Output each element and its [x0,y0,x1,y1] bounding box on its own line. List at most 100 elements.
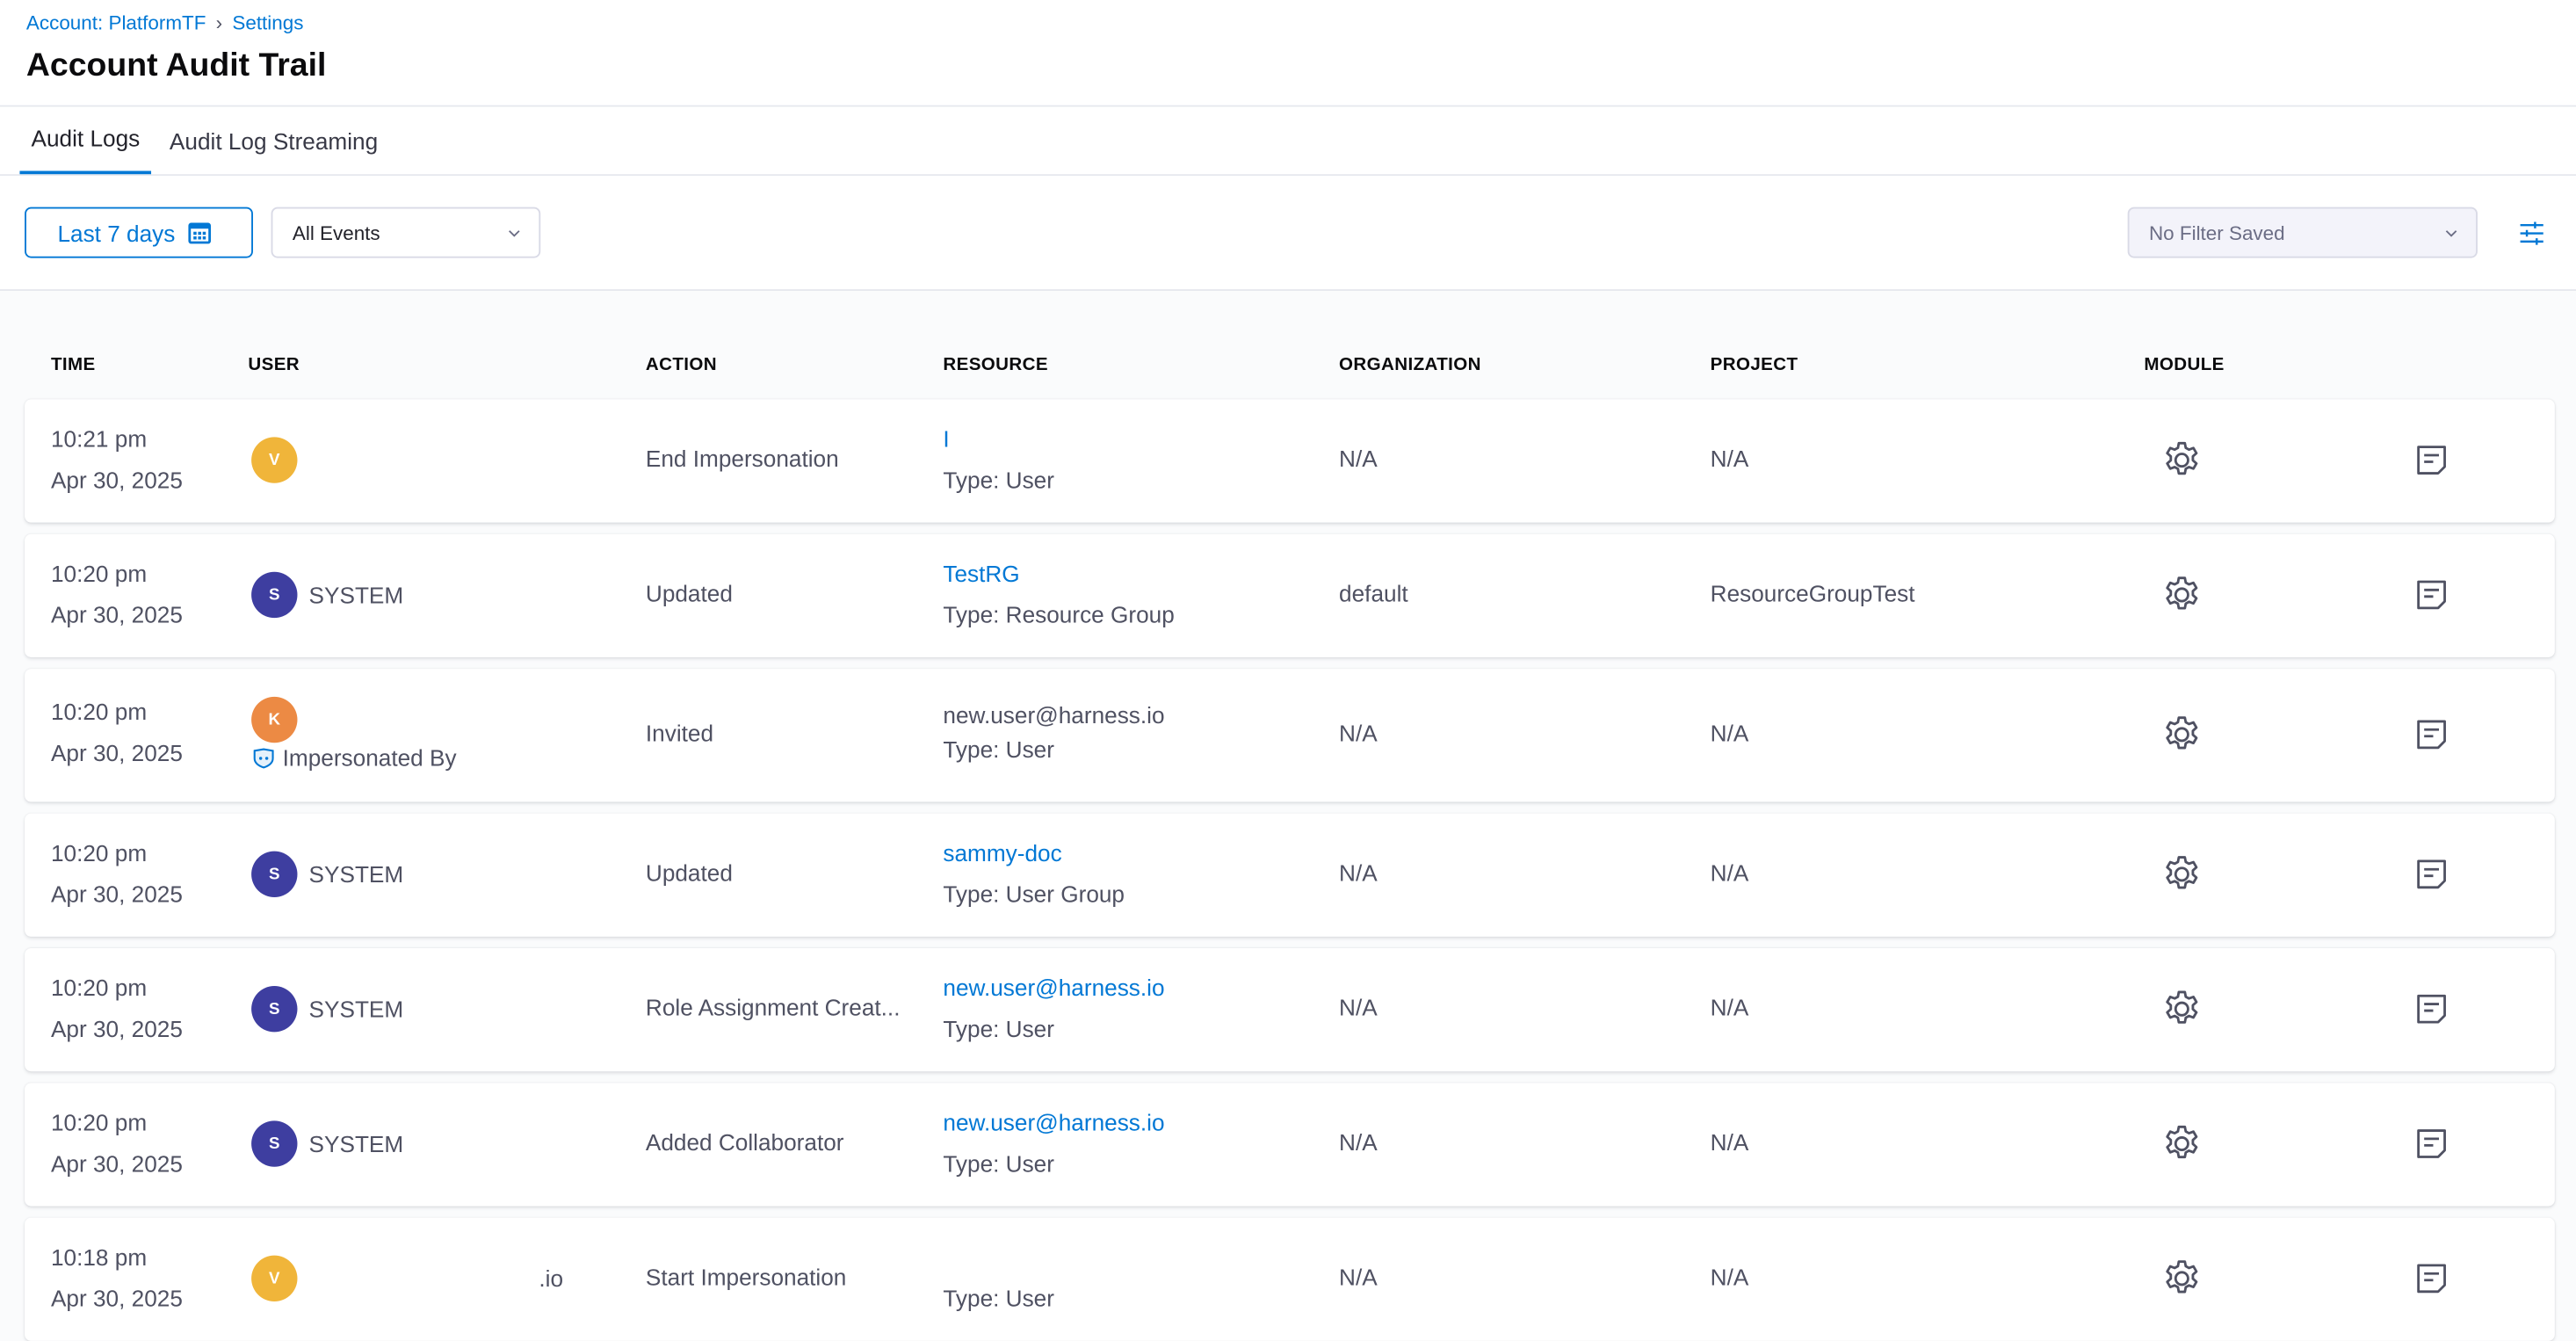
row-user: S SYSTEM [251,1120,404,1167]
row-project: N/A [1710,859,1749,886]
user-name: SYSTEM [308,860,404,888]
col-time: TIME [50,354,96,375]
row-date: Apr 30, 2025 [50,1150,183,1177]
row-action: Updated [645,859,733,886]
avatar: S [251,571,298,619]
row-time: 10:20 pm [50,1109,148,1136]
chevron-down-icon [2445,229,2457,236]
row-project: ResourceGroupTest [1710,580,1915,607]
row-organization: N/A [1339,445,1378,472]
table-row[interactable]: 10:20 pm Apr 30, 2025 S SYSTEM Role Assi… [25,947,2555,1072]
avatar: S [251,986,298,1033]
row-user: V .io [251,1255,564,1302]
events-select-value: All Events [292,221,380,244]
breadcrumb-chevron-icon: › [215,11,223,35]
resource-type: Type: User Group [943,881,1125,908]
tab-audit-log-streaming[interactable]: Audit Log Streaming [158,128,389,174]
page-title: Account Audit Trail [25,47,327,84]
filter-sliders-icon[interactable] [2515,217,2548,250]
resource-link[interactable]: TestRG [943,554,1174,595]
notes-icon[interactable] [2413,442,2449,478]
gear-icon [2166,441,2198,475]
avatar: S [251,1120,298,1167]
resource-type: Type: User [943,1150,1054,1177]
col-action: ACTION [645,354,718,375]
resource-link[interactable]: sammy-doc [943,833,1125,874]
row-date: Apr 30, 2025 [50,1285,183,1312]
tab-bar: Audit Logs Audit Log Streaming [0,106,2576,177]
chevron-down-icon [509,229,520,236]
row-user: S SYSTEM [251,986,404,1033]
row-action: End Impersonation [645,445,839,472]
notes-icon[interactable] [2413,1126,2449,1162]
col-resource: RESOURCE [943,354,1048,375]
impersonated-label: Impersonated By [282,744,457,772]
notes-icon[interactable] [2413,991,2449,1027]
col-user: USER [248,354,300,375]
notes-icon[interactable] [2413,856,2449,892]
saved-filter-select[interactable]: No Filter Saved [2127,207,2478,258]
resource-type: Type: User [943,467,1054,493]
filter-toolbar: Last 7 days All Events No Filter Saved [0,176,2576,291]
table-row[interactable]: 10:21 pm Apr 30, 2025 V End Impersonatio… [25,399,2555,523]
row-organization: N/A [1339,720,1378,746]
table-row[interactable]: 10:18 pm Apr 30, 2025 V .io Start Impers… [25,1217,2555,1341]
row-time: 10:20 pm [50,974,148,1001]
notes-icon[interactable] [2413,576,2449,613]
events-select[interactable]: All Events [271,207,541,258]
resource-type: Type: User [943,736,1054,763]
table-row[interactable]: 10:20 pm Apr 30, 2025 S SYSTEM Updated T… [25,533,2555,657]
table-row[interactable]: 10:20 pm Apr 30, 2025 K Impersonated By … [25,669,2555,802]
resource-link[interactable]: I [943,419,1054,460]
resource-name: new.user@harness.io [943,701,1165,728]
user-name: SYSTEM [308,996,404,1023]
row-organization: N/A [1339,1264,1378,1290]
row-project: N/A [1710,1264,1749,1290]
row-project: N/A [1710,994,1749,1021]
row-date: Apr 30, 2025 [50,881,183,908]
row-action: Start Impersonation [645,1264,847,1290]
table-row[interactable]: 10:20 pm Apr 30, 2025 S SYSTEM Updated s… [25,813,2555,937]
user-name: SYSTEM [308,1130,404,1157]
breadcrumb-account-link[interactable]: Account: PlatformTF [26,11,206,34]
row-organization: N/A [1339,1128,1378,1156]
row-action: Added Collaborator [645,1128,844,1156]
col-project: PROJECT [1710,354,1798,375]
notes-icon[interactable] [2413,716,2449,752]
gear-icon [2166,1125,2198,1159]
row-organization: N/A [1339,994,1378,1021]
tab-audit-logs[interactable]: Audit Logs [19,125,152,175]
user-name: .io [539,1265,564,1292]
avatar: V [251,437,298,483]
audit-log-table: TIME USER ACTION RESOURCE ORGANIZATION P… [0,290,2576,1341]
row-user: V [251,437,308,483]
resource-link[interactable]: new.user@harness.io [943,968,1164,1009]
breadcrumb-settings-link[interactable]: Settings [232,11,303,34]
resource-link[interactable]: new.user@harness.io [943,1103,1164,1144]
calendar-icon [187,222,211,244]
table-row[interactable]: 10:20 pm Apr 30, 2025 S SYSTEM Added Col… [25,1083,2555,1207]
row-time: 10:21 pm [50,425,148,453]
shield-icon [253,747,274,768]
gear-icon [2166,716,2198,750]
gear-icon [2166,856,2198,889]
row-time: 10:20 pm [50,560,148,587]
row-project: N/A [1710,720,1749,746]
user-name: SYSTEM [308,581,404,608]
avatar: S [251,851,298,898]
row-time: 10:20 pm [50,698,148,725]
col-organization: ORGANIZATION [1339,354,1481,375]
notes-icon[interactable] [2413,1260,2449,1296]
date-range-button[interactable]: Last 7 days [25,207,253,258]
resource-type: Type: User [943,1285,1054,1312]
gear-icon [2166,1260,2198,1294]
row-date: Apr 30, 2025 [50,739,183,766]
date-range-label: Last 7 days [57,219,176,246]
saved-filter-value: No Filter Saved [2148,221,2285,244]
avatar: V [251,1255,298,1302]
row-action: Invited [645,720,714,746]
row-date: Apr 30, 2025 [50,1015,183,1042]
breadcrumb: Account: PlatformTF › Settings [26,11,2550,34]
gear-icon [2166,576,2198,610]
row-project: N/A [1710,445,1749,472]
